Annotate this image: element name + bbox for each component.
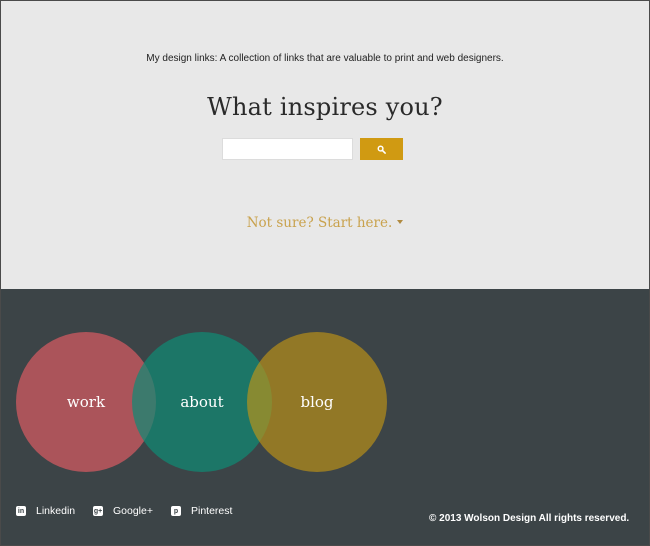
start-here-link[interactable]: Not sure? Start here. [1, 215, 649, 231]
nav-circle-blog-label: blog [300, 393, 334, 411]
hero-section: My design links: A collection of links t… [1, 1, 649, 289]
copyright-text: © 2013 Wolson Design All rights reserved… [429, 513, 630, 524]
start-here-label: Not sure? Start here. [246, 215, 393, 231]
nav-circle-work-label: work [66, 393, 106, 411]
search-icon [377, 145, 386, 154]
pinterest-icon: p [171, 506, 181, 516]
nav-circle-blog[interactable]: blog [247, 332, 387, 472]
social-link-label: Linkedin [36, 505, 76, 517]
google-plus-icon: g+ [93, 506, 103, 516]
social-link-label: Pinterest [191, 505, 233, 517]
footer-section: work about blog in Linkedin g+ Google+ p… [1, 289, 649, 545]
social-link-google-plus[interactable]: g+ Google+ [93, 505, 153, 517]
social-link-pinterest[interactable]: p Pinterest [171, 505, 232, 517]
linkedin-icon: in [16, 506, 26, 516]
social-link-label: Google+ [113, 505, 153, 517]
caret-down-icon [397, 220, 404, 224]
nav-circle-about-label: about [180, 393, 224, 411]
page-title: What inspires you? [207, 93, 443, 121]
search-input[interactable] [222, 138, 353, 160]
search-button[interactable] [360, 138, 403, 160]
page-frame: My design links: A collection of links t… [0, 0, 650, 546]
social-link-linkedin[interactable]: in Linkedin [16, 505, 75, 517]
site-tagline: My design links: A collection of links t… [146, 53, 504, 64]
